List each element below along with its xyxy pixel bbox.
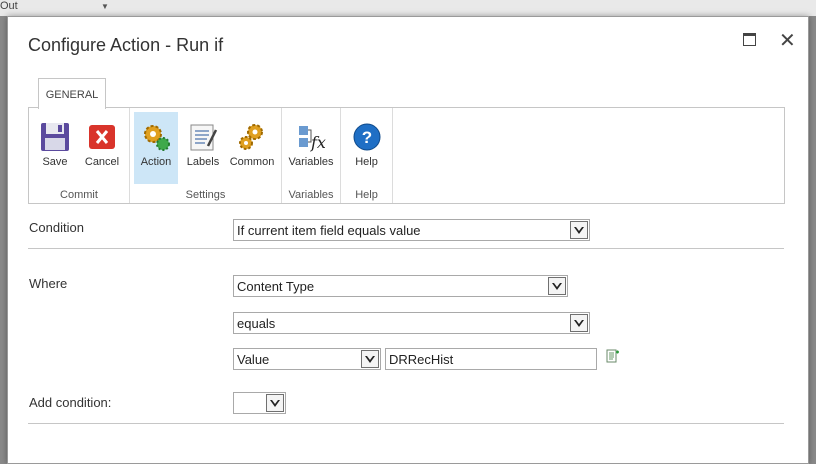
action-gear-icon (144, 125, 170, 151)
add-condition-select[interactable] (233, 392, 286, 414)
help-button[interactable]: ? Help (345, 112, 388, 184)
common-label: Common (229, 156, 275, 168)
chevron-down-icon[interactable] (570, 221, 588, 239)
ribbon-group-settings: Action Labels Common Settings (130, 108, 282, 203)
ribbon-group-variables: fx Variables Variables (282, 108, 341, 203)
add-condition-label: Add condition: (29, 395, 112, 410)
value-type-select-value: Value (237, 352, 270, 367)
labels-button[interactable]: Labels (180, 112, 226, 184)
common-gear-icon (239, 124, 263, 150)
labels-label: Labels (186, 156, 220, 168)
help-icon: ? (353, 123, 380, 151)
chevron-down-icon[interactable] (266, 394, 284, 412)
operator-select-value: equals (237, 316, 276, 331)
background-page: Out ▼ (0, 0, 816, 16)
cancel-label: Cancel (84, 156, 120, 168)
save-label: Save (42, 156, 68, 168)
variables-button[interactable]: fx Variables (286, 112, 336, 184)
maximize-icon[interactable] (743, 33, 756, 46)
variables-group-label: Variables (288, 189, 334, 201)
help-label: Help (355, 156, 378, 168)
condition-select-value: If current item field equals value (237, 223, 421, 238)
commit-group-label: Commit (60, 189, 98, 201)
close-icon[interactable]: ✕ (779, 28, 796, 53)
svg-text:fx: fx (310, 133, 326, 152)
labels-icon (190, 124, 218, 151)
cancel-button[interactable]: Cancel (79, 112, 125, 184)
dialog-title: Configure Action - Run if (28, 35, 224, 55)
common-button[interactable]: Common (227, 112, 277, 184)
save-button[interactable]: Save (35, 112, 75, 184)
operator-select[interactable]: equals (233, 312, 590, 334)
settings-group-label: Settings (185, 189, 226, 201)
value-type-select[interactable]: Value (233, 348, 381, 370)
condition-label: Condition (29, 220, 84, 235)
value-input[interactable]: DRRecHist (385, 348, 597, 370)
background-text: Out (0, 0, 18, 12)
divider (28, 423, 784, 424)
chevron-down-icon[interactable] (548, 277, 566, 295)
svg-text:?: ? (361, 128, 371, 147)
where-label: Where (29, 276, 68, 291)
divider (28, 248, 784, 249)
background-dropdown-icon: ▼ (101, 2, 109, 11)
field-select-value: Content Type (237, 279, 315, 294)
configure-action-dialog: Configure Action - Run if ✕ GENERAL Save (7, 16, 809, 464)
action-button[interactable]: Action (134, 112, 178, 184)
ribbon-group-commit: Save Cancel Commit (29, 108, 130, 203)
condition-select[interactable]: If current item field equals value (233, 219, 590, 241)
ribbon-group-help: ? Help Help (341, 108, 393, 203)
chevron-down-icon[interactable] (361, 350, 379, 368)
ribbon: Save Cancel Commit Action Labels Common … (28, 107, 785, 204)
variables-fx-icon: fx (299, 126, 326, 152)
tab-general[interactable]: GENERAL (38, 78, 106, 109)
chevron-down-icon[interactable] (570, 314, 588, 332)
save-icon (41, 123, 69, 151)
insert-reference-icon[interactable] (606, 349, 620, 363)
cancel-icon (89, 125, 115, 149)
variables-label: Variables (288, 156, 334, 168)
field-select[interactable]: Content Type (233, 275, 568, 297)
action-label: Action (140, 156, 172, 168)
help-group-label: Help (355, 189, 378, 201)
